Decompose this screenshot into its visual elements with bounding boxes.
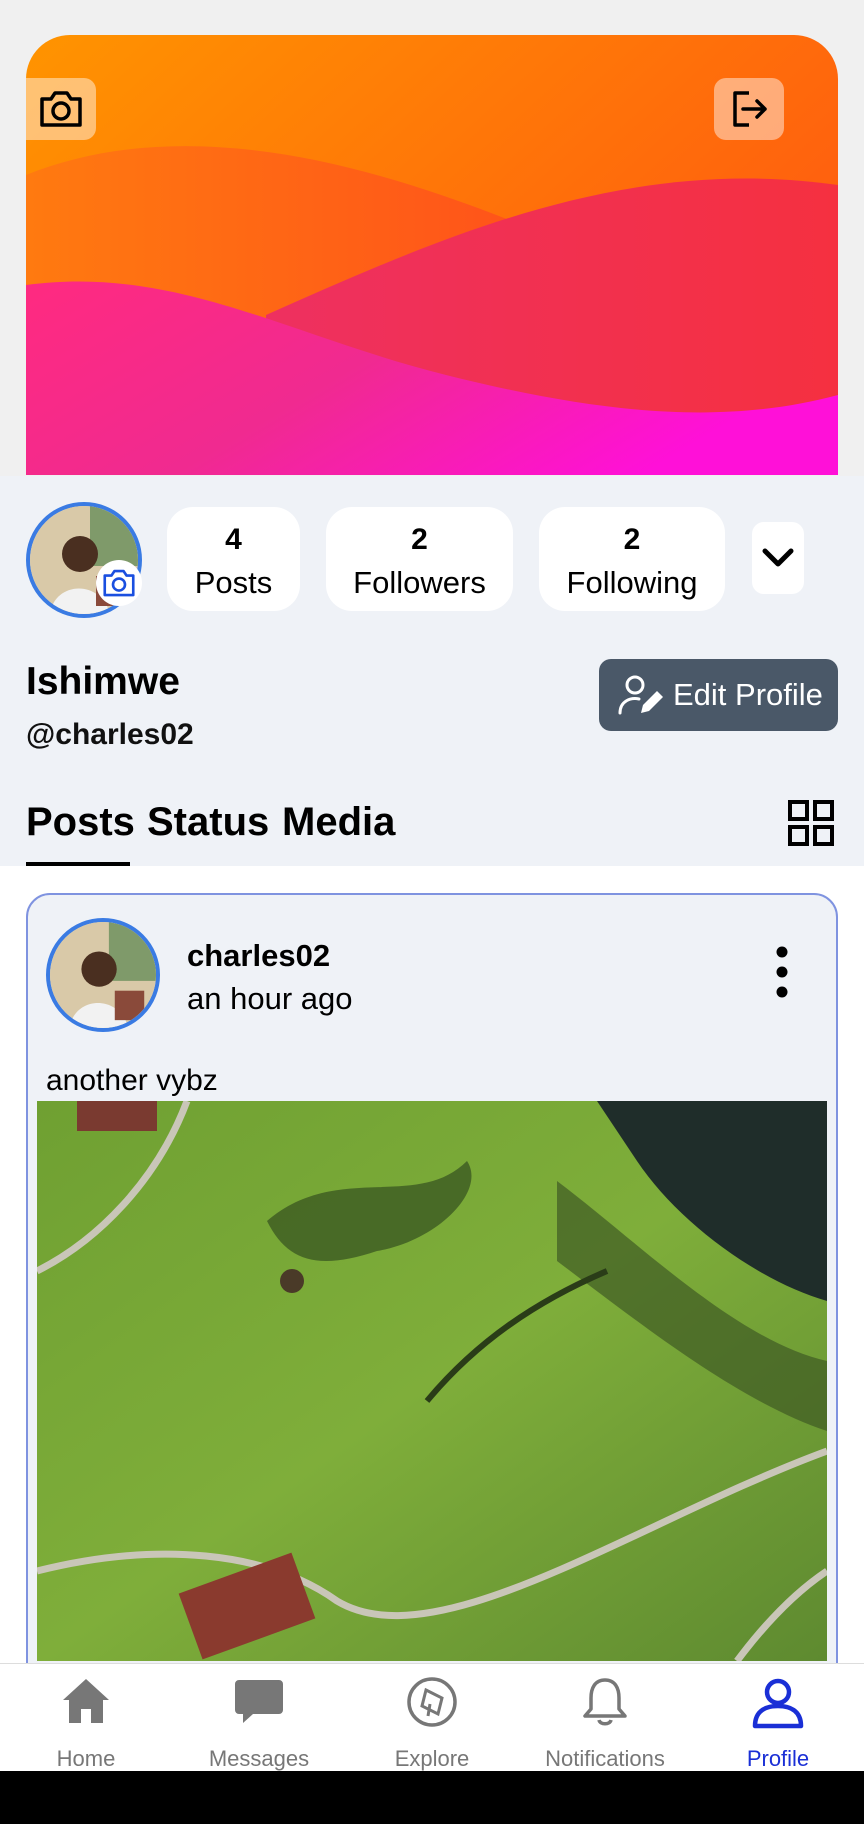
post-avatar[interactable] bbox=[46, 918, 160, 1032]
logout-icon bbox=[733, 91, 767, 127]
chat-icon bbox=[235, 1680, 283, 1723]
nav-label: Messages bbox=[208, 1746, 310, 1771]
tab-media[interactable]: Media bbox=[282, 800, 395, 845]
more-vertical-icon bbox=[776, 946, 788, 998]
logout-button[interactable] bbox=[714, 78, 784, 140]
profile-handle: @charles02 bbox=[26, 718, 194, 751]
post-options-button[interactable] bbox=[776, 946, 788, 1003]
nav-messages[interactable]: Messages bbox=[173, 1664, 345, 1772]
edit-profile-label: Edit Profile bbox=[673, 677, 823, 712]
tab-posts[interactable]: Posts bbox=[26, 800, 135, 845]
stat-followers[interactable]: 2 Followers bbox=[326, 507, 513, 611]
chevron-down-icon bbox=[762, 548, 794, 567]
nav-label: Profile bbox=[746, 1746, 810, 1771]
nav-label: Home bbox=[56, 1746, 116, 1771]
change-cover-button[interactable] bbox=[26, 78, 96, 140]
nav-label: Explore bbox=[394, 1746, 470, 1771]
home-icon bbox=[63, 1679, 109, 1723]
stat-following[interactable]: 2 Following bbox=[539, 507, 725, 611]
camera-icon bbox=[103, 569, 135, 597]
bottom-navigation: Home Messages Explore Notifications Prof… bbox=[0, 1663, 864, 1771]
tab-status[interactable]: Status bbox=[147, 800, 269, 845]
stat-label: Following bbox=[566, 565, 698, 600]
profile-name: Ishimwe bbox=[26, 660, 180, 703]
nav-notifications[interactable]: Notifications bbox=[519, 1664, 691, 1772]
post-image[interactable] bbox=[37, 1101, 827, 1661]
post-timestamp: an hour ago bbox=[187, 981, 353, 1016]
nav-profile[interactable]: Profile bbox=[692, 1664, 864, 1772]
stat-label: Followers bbox=[353, 565, 486, 600]
stat-value: 4 bbox=[225, 523, 242, 556]
bell-icon bbox=[583, 1678, 627, 1726]
post-text: another vybz bbox=[46, 1064, 218, 1097]
nav-home[interactable]: Home bbox=[0, 1664, 172, 1772]
camera-icon bbox=[40, 91, 82, 127]
grid-icon bbox=[788, 800, 834, 846]
user-icon bbox=[752, 1678, 804, 1729]
system-navigation-bar bbox=[0, 1771, 864, 1824]
user-edit-icon bbox=[618, 675, 663, 715]
stat-value: 2 bbox=[411, 523, 428, 556]
stat-value: 2 bbox=[623, 523, 641, 556]
grid-view-button[interactable] bbox=[788, 800, 834, 851]
compass-icon bbox=[407, 1677, 457, 1727]
stat-posts[interactable]: 4 Posts bbox=[167, 507, 300, 611]
nav-label: Notifications bbox=[545, 1746, 665, 1771]
change-avatar-button[interactable] bbox=[96, 560, 142, 606]
edit-profile-button[interactable]: Edit Profile bbox=[599, 659, 838, 731]
expand-button[interactable] bbox=[752, 522, 804, 594]
post-username[interactable]: charles02 bbox=[187, 938, 330, 974]
stat-label: Posts bbox=[194, 565, 273, 600]
nav-explore[interactable]: Explore bbox=[346, 1664, 518, 1772]
